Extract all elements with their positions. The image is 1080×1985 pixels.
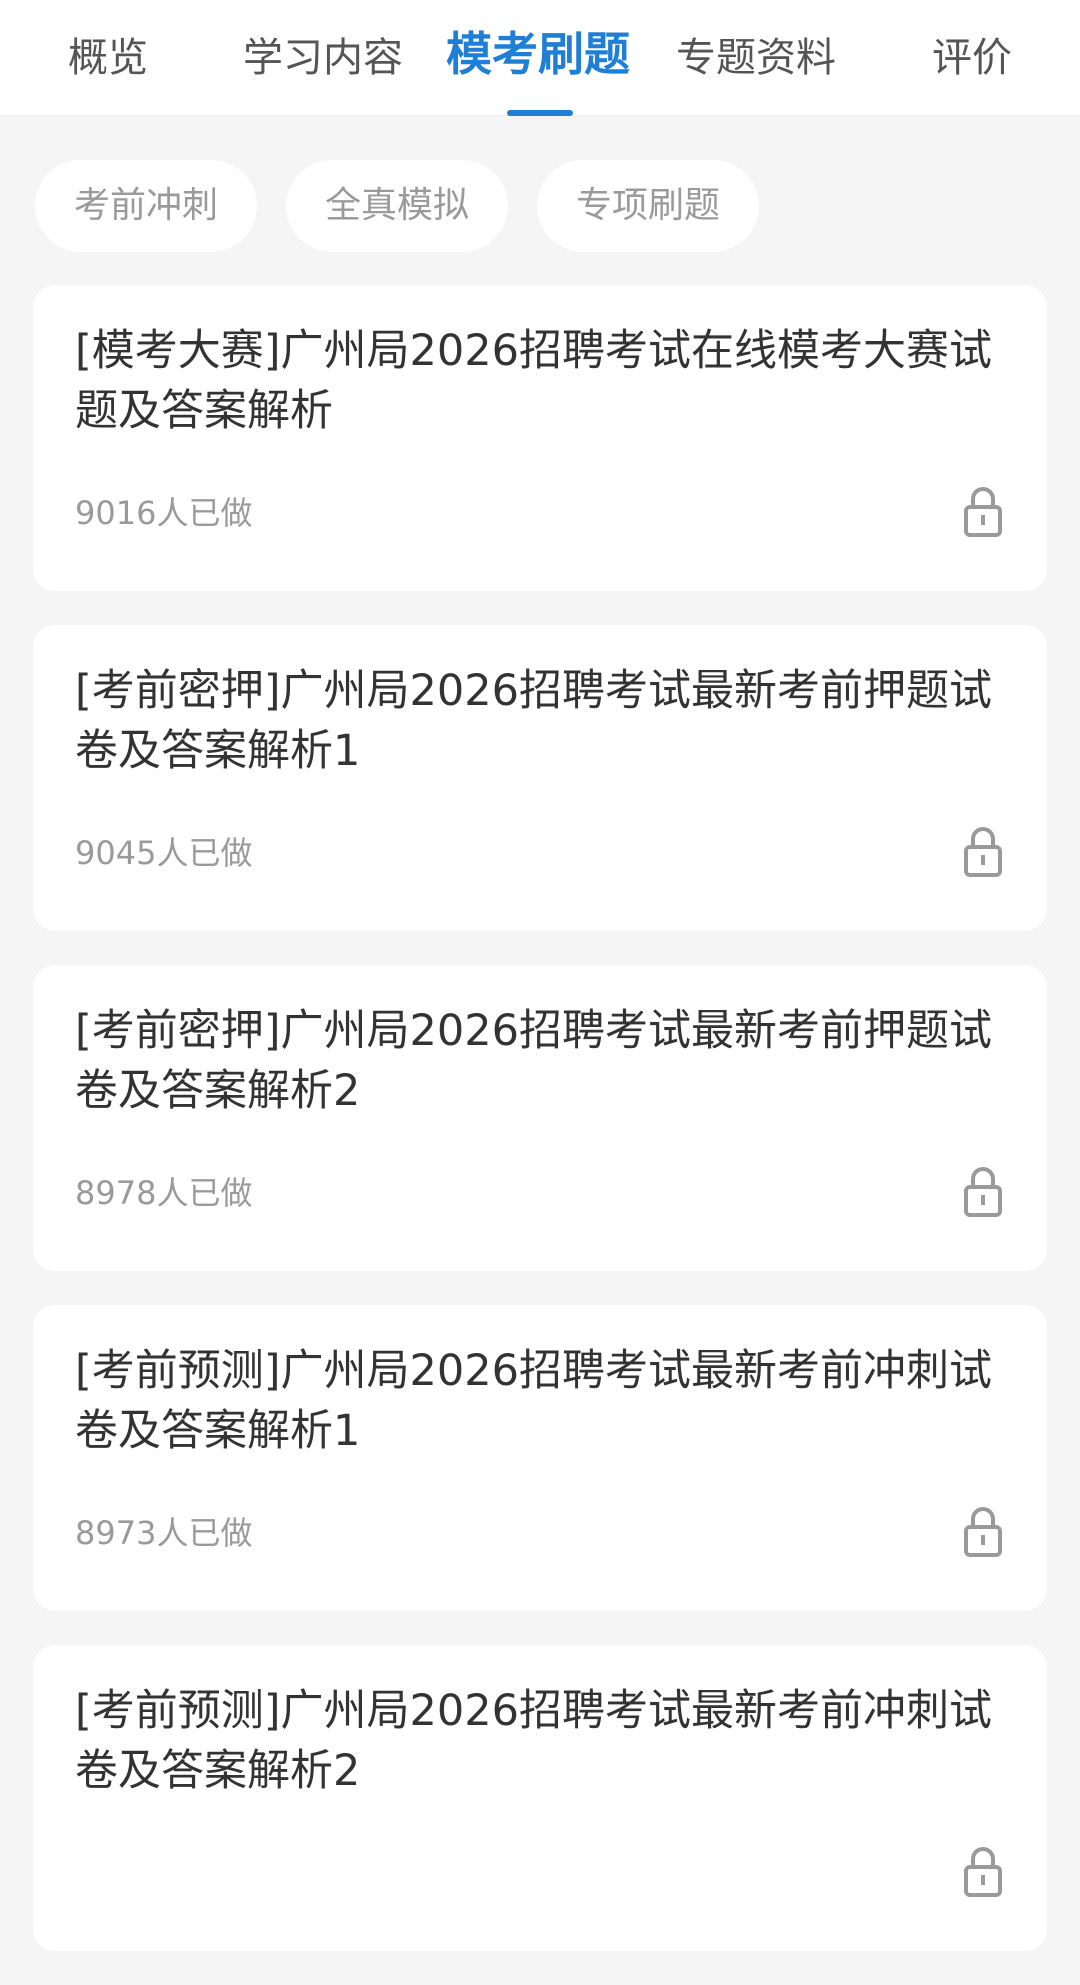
tab-learning-content[interactable]: 学习内容 <box>243 28 403 88</box>
lock-icon <box>964 827 1002 877</box>
top-tab-bar: 概览 学习内容 模考刷题 专题资料 评价 <box>0 0 1080 116</box>
list-item[interactable]: [模考大赛]广州局2026招聘考试在线模考大赛试题及答案解析 9016人已做 <box>33 285 1047 591</box>
exam-list: [模考大赛]广州局2026招聘考试在线模考大赛试题及答案解析 9016人已做 [… <box>33 285 1047 1985</box>
filter-chip-full-mock[interactable]: 全真模拟 <box>286 160 508 252</box>
list-item[interactable]: [考前预测]广州局2026招聘考试最新考前冲刺试卷及答案解析1 8973人已做 <box>33 1305 1047 1611</box>
active-tab-indicator <box>507 110 573 116</box>
lock-icon <box>964 1507 1002 1557</box>
list-item[interactable]: [考前密押]广州局2026招聘考试最新考前押题试卷及答案解析1 9045人已做 <box>33 625 1047 931</box>
filter-chip-row: 考前冲刺 全真模拟 专项刷题 <box>0 160 1080 252</box>
lock-icon <box>964 487 1002 537</box>
filter-chip-sprint[interactable]: 考前冲刺 <box>35 160 257 252</box>
list-item[interactable]: [考前密押]广州局2026招聘考试最新考前押题试卷及答案解析2 8978人已做 <box>33 965 1047 1271</box>
tab-mock-exam[interactable]: 模考刷题 <box>446 24 630 84</box>
item-count: 8973人已做 <box>75 1514 253 1552</box>
item-title: [考前预测]广州局2026招聘考试最新考前冲刺试卷及答案解析1 <box>75 1346 992 1456</box>
item-count: 9016人已做 <box>75 494 253 532</box>
item-count: 9045人已做 <box>75 834 253 872</box>
item-title: [考前密押]广州局2026招聘考试最新考前押题试卷及答案解析1 <box>75 666 992 776</box>
list-item[interactable]: [考前预测]广州局2026招聘考试最新考前冲刺试卷及答案解析2 <box>33 1645 1047 1951</box>
lock-icon <box>964 1167 1002 1217</box>
tab-reviews[interactable]: 评价 <box>932 28 1012 88</box>
tab-overview[interactable]: 概览 <box>68 28 148 88</box>
item-title: [考前密押]广州局2026招聘考试最新考前押题试卷及答案解析2 <box>75 1006 992 1116</box>
lock-icon <box>964 1847 1002 1897</box>
filter-chip-special-practice[interactable]: 专项刷题 <box>537 160 759 252</box>
item-title: [模考大赛]广州局2026招聘考试在线模考大赛试题及答案解析 <box>75 326 992 436</box>
item-count: 8978人已做 <box>75 1174 253 1212</box>
item-title: [考前预测]广州局2026招聘考试最新考前冲刺试卷及答案解析2 <box>75 1686 992 1796</box>
tab-topic-materials[interactable]: 专题资料 <box>676 28 836 88</box>
